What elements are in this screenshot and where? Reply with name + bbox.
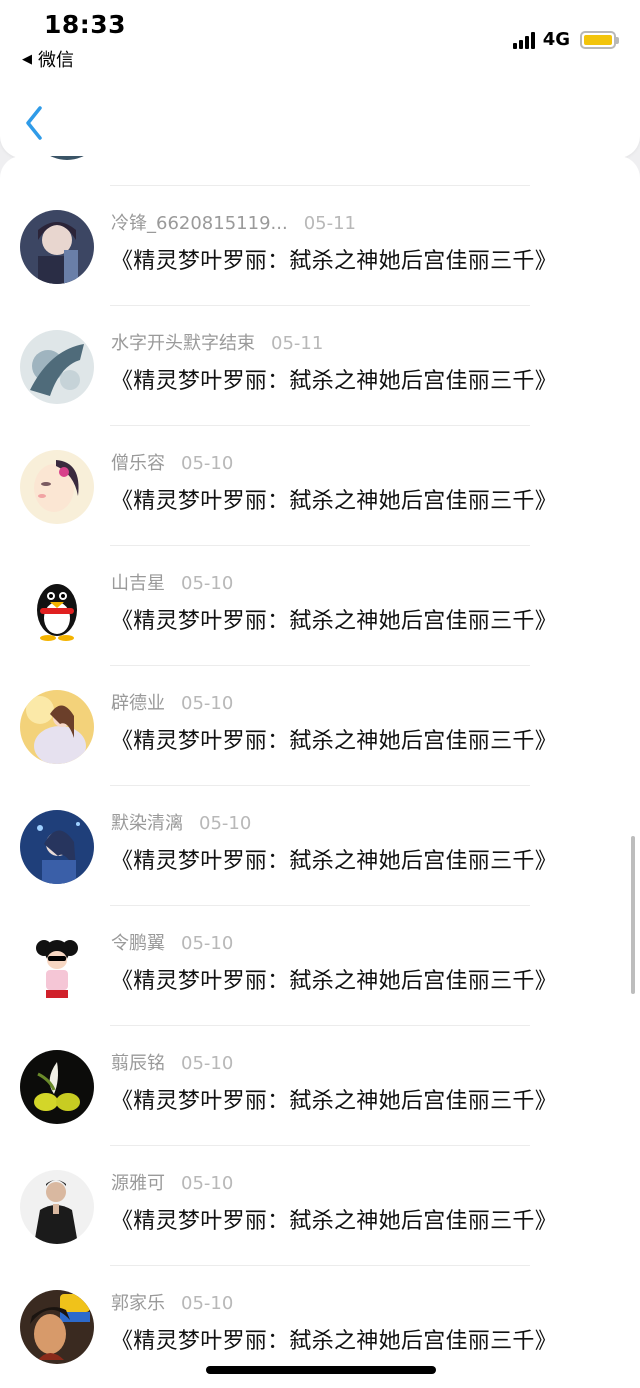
comment-date: 05-10 xyxy=(181,453,234,474)
comment-date: 05-10 xyxy=(181,1053,234,1074)
flower-avatar[interactable] xyxy=(20,1050,94,1124)
comment-meta: 水字开头默字结束 05-11 xyxy=(111,329,323,355)
comment-date: 05-10 xyxy=(181,573,234,594)
cartoon-kid-avatar[interactable] xyxy=(20,930,94,1004)
comment-text: 《精灵梦叶罗丽：弑杀之神她后宫佳丽三千》 xyxy=(111,849,558,874)
user-name[interactable]: 令鹏翼 xyxy=(111,933,165,954)
user-name[interactable]: 僧乐容 xyxy=(111,453,165,474)
user-name[interactable]: 源雅可 xyxy=(111,1173,165,1194)
user-name[interactable]: 山吉星 xyxy=(111,573,165,594)
user-name[interactable]: 辟德业 xyxy=(111,693,165,714)
user-name[interactable]: 水字开头默字结束 xyxy=(111,333,255,354)
list-item[interactable]: 令鹏翼 05-10 《精灵梦叶罗丽：弑杀之神她后宫佳丽三千》 xyxy=(0,929,640,1047)
man-photo-avatar[interactable] xyxy=(20,1170,94,1244)
user-name[interactable]: 郭家乐 xyxy=(111,1293,165,1314)
comment-text: 《精灵梦叶罗丽：弑杀之神她后宫佳丽三千》 xyxy=(111,969,558,994)
comment-text: 《精灵梦叶罗丽：弑杀之神她后宫佳丽三千》 xyxy=(111,729,558,754)
divider xyxy=(110,665,530,666)
top-bar: 18:33 ◀ 微信 4G xyxy=(0,0,640,158)
network-type: 4G xyxy=(542,29,570,50)
comment-date: 05-10 xyxy=(181,1173,234,1194)
comment-meta: 郭家乐 05-10 xyxy=(111,1289,233,1315)
back-app-label: 微信 xyxy=(38,50,74,71)
back-triangle-icon: ◀ xyxy=(22,51,32,67)
ink-art-avatar[interactable] xyxy=(20,330,94,404)
divider xyxy=(110,305,530,306)
comment-text: 《精灵梦叶罗丽：弑杀之神她后宫佳丽三千》 xyxy=(111,609,558,634)
battery-icon xyxy=(580,30,619,49)
chevron-left-icon xyxy=(26,106,42,140)
divider xyxy=(110,545,530,546)
comment-date: 05-10 xyxy=(181,693,234,714)
comment-date: 05-11 xyxy=(303,213,356,234)
avatar xyxy=(30,156,104,160)
penguin-avatar[interactable] xyxy=(20,570,94,644)
comment-text: 《精灵梦叶罗丽：弑杀之神她后宫佳丽三千》 xyxy=(111,489,558,514)
list-item[interactable]: 僧乐容 05-10 《精灵梦叶罗丽：弑杀之神她后宫佳丽三千》 xyxy=(0,449,640,567)
divider xyxy=(110,425,530,426)
divider xyxy=(110,1265,530,1266)
signal-icon xyxy=(512,31,537,49)
comment-date: 05-10 xyxy=(181,1293,234,1314)
comment-text: 《精灵梦叶罗丽：弑杀之神她后宫佳丽三千》 xyxy=(111,249,558,274)
back-button[interactable] xyxy=(20,104,50,142)
comment-list[interactable]: 冷锋_6620815119... 05-11 《精灵梦叶罗丽：弑杀之神她后宫佳丽三… xyxy=(0,156,640,1388)
home-indicator[interactable] xyxy=(206,1366,436,1374)
back-to-app-link[interactable]: ◀ 微信 xyxy=(22,46,74,72)
comment-meta: 默染清漓 05-10 xyxy=(111,809,251,835)
status-icons: 4G xyxy=(512,29,619,50)
divider xyxy=(110,185,530,186)
comment-meta: 翦辰铭 05-10 xyxy=(111,1049,233,1075)
comment-meta: 源雅可 05-10 xyxy=(111,1169,233,1195)
scrollbar[interactable] xyxy=(631,836,635,994)
list-item[interactable]: 水字开头默字结束 05-11 《精灵梦叶罗丽：弑杀之神她后宫佳丽三千》 xyxy=(0,329,640,447)
list-item[interactable]: 山吉星 05-10 《精灵梦叶罗丽：弑杀之神她后宫佳丽三千》 xyxy=(0,569,640,687)
divider xyxy=(110,1025,530,1026)
comment-meta: 冷锋_6620815119... 05-11 xyxy=(111,209,356,235)
anime-boy-avatar[interactable] xyxy=(20,210,94,284)
list-item[interactable]: 辟德业 05-10 《精灵梦叶罗丽：弑杀之神她后宫佳丽三千》 xyxy=(0,689,640,807)
comment-text: 《精灵梦叶罗丽：弑杀之神她后宫佳丽三千》 xyxy=(111,1089,558,1114)
comment-text: 《精灵梦叶罗丽：弑杀之神她后宫佳丽三千》 xyxy=(111,1209,558,1234)
comment-meta: 僧乐容 05-10 xyxy=(111,449,233,475)
comment-date: 05-10 xyxy=(181,933,234,954)
comment-text: 《精灵梦叶罗丽：弑杀之神她后宫佳丽三千》 xyxy=(111,1329,558,1354)
user-name[interactable]: 冷锋_6620815119... xyxy=(111,213,288,234)
divider xyxy=(110,1145,530,1146)
list-item[interactable]: 翦辰铭 05-10 《精灵梦叶罗丽：弑杀之神她后宫佳丽三千》 xyxy=(0,1049,640,1167)
comment-meta: 辟德业 05-10 xyxy=(111,689,233,715)
list-item[interactable]: 默染清漓 05-10 《精灵梦叶罗丽：弑杀之神她后宫佳丽三千》 xyxy=(0,809,640,927)
cartoon-girl-avatar[interactable] xyxy=(20,450,94,524)
list-item[interactable]: 冷锋_6620815119... 05-11 《精灵梦叶罗丽：弑杀之神她后宫佳丽三… xyxy=(0,209,640,327)
comment-meta: 山吉星 05-10 xyxy=(111,569,233,595)
fantasy-girl-avatar[interactable] xyxy=(20,690,94,764)
anime-blue-avatar[interactable] xyxy=(20,810,94,884)
comment-date: 05-10 xyxy=(199,813,252,834)
status-time: 18:33 xyxy=(44,10,127,39)
game-hero-avatar[interactable] xyxy=(20,1290,94,1364)
user-name[interactable]: 默染清漓 xyxy=(111,813,183,834)
comment-text: 《精灵梦叶罗丽：弑杀之神她后宫佳丽三千》 xyxy=(111,369,558,394)
list-item[interactable]: 源雅可 05-10 《精灵梦叶罗丽：弑杀之神她后宫佳丽三千》 xyxy=(0,1169,640,1287)
comment-meta: 令鹏翼 05-10 xyxy=(111,929,233,955)
comment-date: 05-11 xyxy=(271,333,324,354)
divider xyxy=(110,905,530,906)
user-name[interactable]: 翦辰铭 xyxy=(111,1053,165,1074)
divider xyxy=(110,785,530,786)
